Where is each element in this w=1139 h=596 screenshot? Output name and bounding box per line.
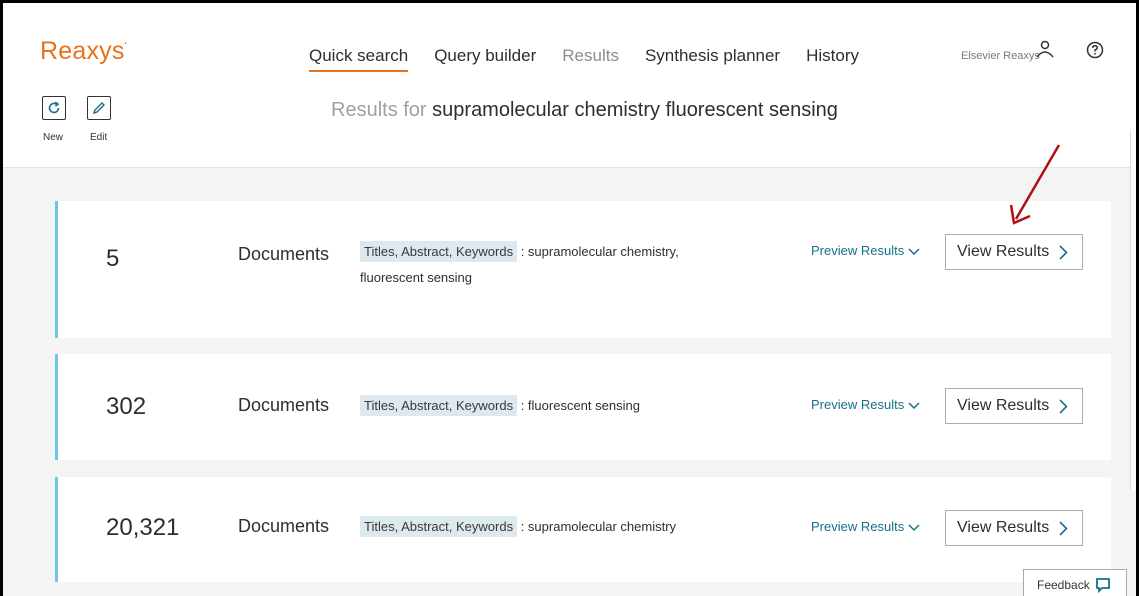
chevron-down-icon <box>908 524 920 531</box>
result-card: 5 Documents Titles, Abstract, Keywords :… <box>55 201 1111 338</box>
user-icon[interactable] <box>1035 39 1055 64</box>
result-count: 5 <box>106 245 120 272</box>
query-terms: : supramolecular chemistry <box>520 519 677 534</box>
result-card: 302 Documents Titles, Abstract, Keywords… <box>55 354 1111 460</box>
result-type: Documents <box>238 516 330 536</box>
chevron-right-icon <box>1059 244 1068 260</box>
view-results-button[interactable]: View Results <box>945 510 1083 546</box>
chevron-right-icon <box>1059 398 1068 414</box>
result-count: 20,321 <box>106 514 180 541</box>
nav-synthesis-planner[interactable]: Synthesis planner <box>645 46 780 72</box>
edit-label: Edit <box>90 132 108 143</box>
field-tag: Titles, Abstract, Keywords <box>360 516 518 537</box>
result-type: Documents <box>238 244 330 264</box>
user-name[interactable]: Elsevier Reaxys <box>961 50 1040 62</box>
new-label: New <box>43 132 64 143</box>
help-icon[interactable] <box>1086 41 1104 64</box>
view-results-button[interactable]: View Results <box>945 388 1083 424</box>
field-tag: Titles, Abstract, Keywords <box>360 241 518 262</box>
nav-quick-search[interactable]: Quick search <box>309 46 409 72</box>
result-type: Documents <box>238 395 330 415</box>
results-heading: Results for supramolecular chemistry flu… <box>331 99 838 121</box>
refresh-icon <box>48 101 60 114</box>
chevron-down-icon <box>908 248 920 255</box>
nav-query-builder[interactable]: Query builder <box>434 46 536 72</box>
annotation-arrow <box>1009 144 1061 225</box>
query-fields: Titles, Abstract, Keywords : fluorescent… <box>360 393 720 419</box>
chevron-right-icon <box>1059 520 1068 536</box>
field-tag: Titles, Abstract, Keywords <box>360 395 518 416</box>
scrollbar[interactable] <box>1130 130 1136 490</box>
app-window: Reaxys' Quick search Query builder Resul… <box>0 0 1139 596</box>
nav-results[interactable]: Results <box>562 46 619 72</box>
result-count: 302 <box>106 393 147 420</box>
top-bar: Reaxys' Quick search Query builder Resul… <box>3 3 1136 88</box>
preview-results-link[interactable]: Preview Results <box>811 243 920 258</box>
main-nav: Quick search Query builder Results Synth… <box>309 46 885 72</box>
feedback-button[interactable]: Feedback <box>1023 569 1127 596</box>
edit-search-button[interactable] <box>87 96 111 120</box>
search-query: supramolecular chemistry fluorescent sen… <box>432 99 838 121</box>
preview-results-link[interactable]: Preview Results <box>811 397 920 412</box>
reaxys-logo[interactable]: Reaxys' <box>40 37 127 66</box>
pencil-icon <box>92 102 105 115</box>
result-card: 20,321 Documents Titles, Abstract, Keywo… <box>55 477 1111 582</box>
chevron-down-icon <box>908 402 920 409</box>
query-fields: Titles, Abstract, Keywords : supramolecu… <box>360 514 720 540</box>
query-fields: Titles, Abstract, Keywords : supramolecu… <box>360 239 720 291</box>
view-results-button[interactable]: View Results <box>945 234 1083 270</box>
nav-history[interactable]: History <box>806 46 859 72</box>
speech-bubble-icon <box>1095 578 1110 593</box>
preview-results-link[interactable]: Preview Results <box>811 519 920 534</box>
query-terms: : fluorescent sensing <box>520 398 640 413</box>
new-search-button[interactable] <box>42 96 66 120</box>
